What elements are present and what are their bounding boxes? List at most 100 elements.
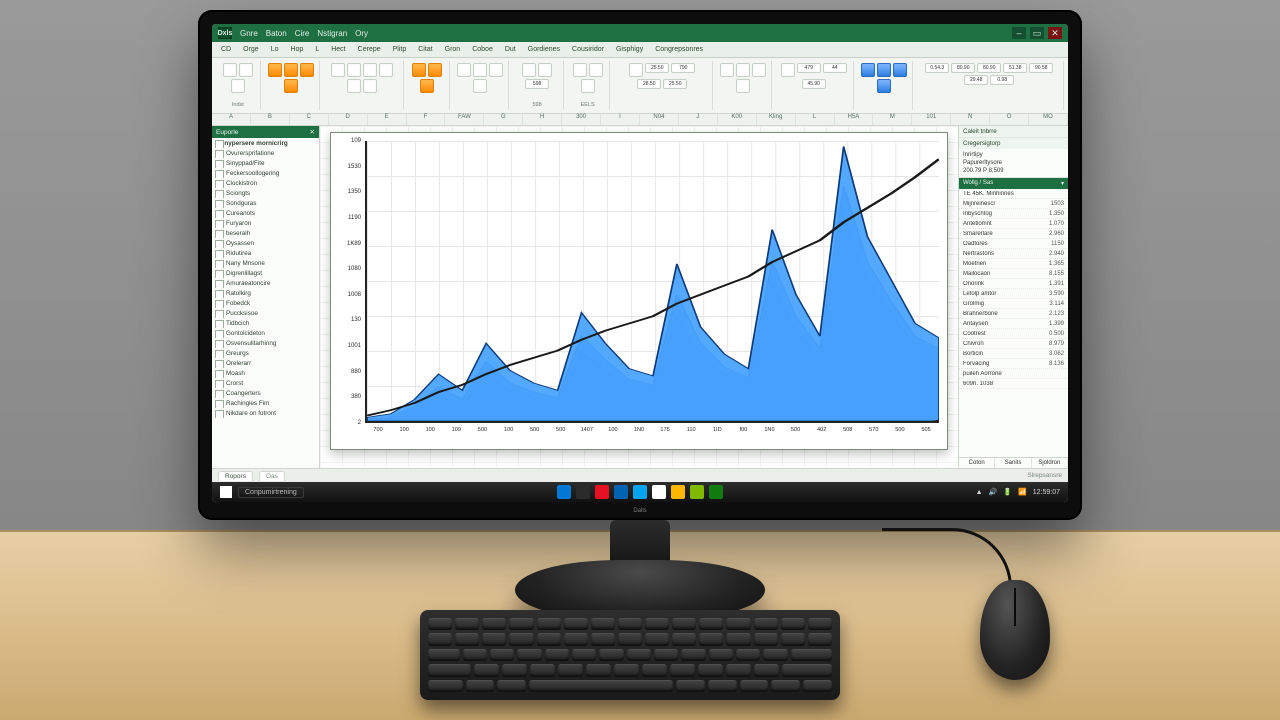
ribbon-tab[interactable]: L	[312, 45, 322, 54]
taskpane-row[interactable]: Antaysen1.399	[959, 319, 1068, 329]
ribbon-button[interactable]	[457, 63, 471, 77]
ribbon-button[interactable]	[752, 63, 766, 77]
nav-item[interactable]: Feckersoollogering	[212, 168, 319, 178]
ribbon-tab[interactable]: CD	[218, 45, 234, 54]
ribbon-button[interactable]	[420, 79, 434, 93]
titlebar-menu-item[interactable]: Nstigran	[317, 29, 347, 38]
column-header[interactable]: MO	[1029, 114, 1068, 125]
column-header[interactable]: K00	[718, 114, 757, 125]
column-header[interactable]: N	[951, 114, 990, 125]
taskbar-app-icon[interactable]	[652, 485, 666, 499]
window-maximize-button[interactable]: ▭	[1030, 27, 1044, 39]
ribbon-button[interactable]	[736, 63, 750, 77]
column-header[interactable]: H	[523, 114, 562, 125]
column-header[interactable]: F	[407, 114, 446, 125]
column-header[interactable]: A	[212, 114, 251, 125]
taskbar-app-icon[interactable]	[614, 485, 628, 499]
ribbon-tab[interactable]: Gordienes	[525, 45, 563, 54]
nav-item[interactable]: Ovurersprifatione	[212, 148, 319, 158]
ribbon-button[interactable]	[473, 63, 487, 77]
column-header[interactable]: G	[484, 114, 523, 125]
taskpane-row[interactable]: TE 45K. Minhinnes	[959, 189, 1068, 199]
ribbon-button[interactable]	[331, 63, 345, 77]
ribbon-button[interactable]	[781, 63, 795, 77]
column-header[interactable]: I	[601, 114, 640, 125]
taskpane-row[interactable]: Brahnerbone2.123	[959, 309, 1068, 319]
ribbon-button[interactable]	[239, 63, 253, 77]
ribbon-button[interactable]	[581, 79, 595, 93]
column-header[interactable]: 101	[912, 114, 951, 125]
column-header[interactable]: 300	[562, 114, 601, 125]
ribbon-button[interactable]	[538, 63, 552, 77]
tray-icon[interactable]: 🔊	[989, 488, 998, 496]
nav-item[interactable]: Oysassen	[212, 238, 319, 248]
taskpane-row[interactable]: Grolmig3.114	[959, 299, 1068, 309]
taskpane-row[interactable]: Letolp amtor3.590	[959, 289, 1068, 299]
nav-item[interactable]: Osvensulitarhinng	[212, 338, 319, 348]
taskpane-footer-tab[interactable]: Sjoldron	[1032, 458, 1068, 468]
window-minimize-button[interactable]: –	[1012, 27, 1026, 39]
nav-item[interactable]: Fobedck	[212, 298, 319, 308]
nav-item[interactable]: Tidbcich	[212, 318, 319, 328]
ribbon-button[interactable]	[573, 63, 587, 77]
taskpane-footer-tab[interactable]: Coton	[959, 458, 995, 468]
column-header[interactable]: H5A	[835, 114, 874, 125]
window-close-button[interactable]: ✕	[1048, 27, 1062, 39]
ribbon-tab[interactable]: Gron	[442, 45, 464, 54]
nav-item[interactable]: Sondguras	[212, 198, 319, 208]
ribbon-tab[interactable]: Plitp	[390, 45, 410, 54]
nav-item[interactable]: Clockistron	[212, 178, 319, 188]
nav-item[interactable]: Nikdare on fotront	[212, 408, 319, 418]
taskbar-app-icon[interactable]	[690, 485, 704, 499]
ribbon-tab[interactable]: Congrepsonres	[652, 45, 706, 54]
nav-item[interactable]: Sinyppad/Fite	[212, 158, 319, 168]
taskpane-row[interactable]: Forvacing8.136	[959, 359, 1068, 369]
taskpane-row[interactable]: 609h. 1038	[959, 379, 1068, 389]
nav-item[interactable]: Furyaron	[212, 218, 319, 228]
tray-icon[interactable]: ▲	[976, 489, 983, 496]
ribbon-button[interactable]	[589, 63, 603, 77]
ribbon-button[interactable]	[379, 63, 393, 77]
nav-item[interactable]: Nany Mnsone	[212, 258, 319, 268]
nav-item[interactable]: Greurgs	[212, 348, 319, 358]
ribbon-button[interactable]	[893, 63, 907, 77]
column-header[interactable]: N04	[640, 114, 679, 125]
ribbon-button[interactable]	[412, 63, 426, 77]
taskpane-row[interactable]: Antetlomnt1.070	[959, 219, 1068, 229]
ribbon-button[interactable]	[284, 79, 298, 93]
ribbon-button[interactable]	[629, 63, 643, 77]
tray-icon[interactable]: 🔋	[1003, 488, 1012, 496]
taskpane-footer-tab[interactable]: Sanits	[995, 458, 1031, 468]
nav-item[interactable]: Amuraeatoncire	[212, 278, 319, 288]
taskbar-app-icon[interactable]	[595, 485, 609, 499]
sheet-tab[interactable]: Ropors	[218, 471, 253, 481]
column-header[interactable]: B	[251, 114, 290, 125]
ribbon-tab[interactable]: Hect	[328, 45, 348, 54]
nav-item[interactable]: Cureanots	[212, 208, 319, 218]
nav-item[interactable]: Orelerarr	[212, 358, 319, 368]
taskpane-row[interactable]: Inbyschtog1.350	[959, 209, 1068, 219]
sheet-tab[interactable]: Oas	[259, 471, 285, 481]
taskbar-app-icon[interactable]	[557, 485, 571, 499]
nav-item[interactable]: Moash	[212, 368, 319, 378]
titlebar-menu-item[interactable]: Gnre	[240, 29, 258, 38]
chart-object[interactable]: 1091530135011901K89108010081301001880380…	[330, 132, 948, 450]
ribbon-tab[interactable]: Dut	[502, 45, 519, 54]
taskpane-row[interactable]: Borticin3.062	[959, 349, 1068, 359]
taskbar-app-icon[interactable]	[576, 485, 590, 499]
titlebar-menu-item[interactable]: Cire	[295, 29, 310, 38]
titlebar-menu-item[interactable]: Ory	[355, 29, 368, 38]
nav-item[interactable]: beseralh	[212, 228, 319, 238]
taskbar-app-icon[interactable]	[709, 485, 723, 499]
nav-item[interactable]: Puccksisoe	[212, 308, 319, 318]
taskpane-row[interactable]: puileh Aorrone	[959, 369, 1068, 379]
worksheet-grid[interactable]: 1091530135011901K89108010081301001880380…	[320, 126, 958, 468]
start-button[interactable]	[220, 486, 232, 498]
ribbon-tab[interactable]: Lo	[268, 45, 282, 54]
taskbar-search[interactable]: Conpumirtrening	[238, 487, 304, 498]
column-header[interactable]: FAW	[445, 114, 484, 125]
taskpane-row[interactable]: Onorink1.391	[959, 279, 1068, 289]
ribbon-button[interactable]	[223, 63, 237, 77]
titlebar-menu-item[interactable]: Baton	[266, 29, 287, 38]
chevron-down-icon[interactable]: ▾	[1061, 180, 1064, 187]
